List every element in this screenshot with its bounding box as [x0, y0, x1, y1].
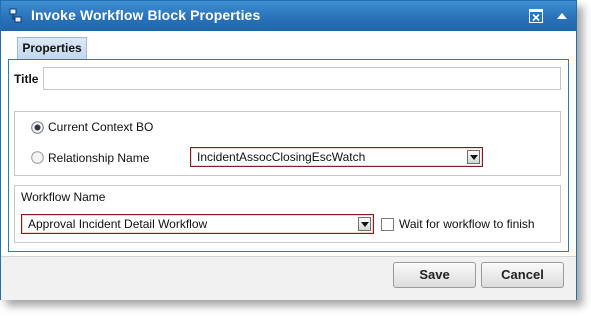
dialog-title: Invoke Workflow Block Properties	[31, 7, 261, 23]
chevron-down-icon	[358, 217, 371, 231]
collapse-arrow-icon[interactable]	[554, 8, 570, 24]
relationship-select[interactable]: IncidentAssocClosingEscWatch	[190, 147, 483, 167]
workflow-icon	[8, 8, 24, 24]
save-button[interactable]: Save	[393, 262, 476, 288]
cancel-button[interactable]: Cancel	[481, 262, 564, 288]
current-context-radio[interactable]	[31, 121, 44, 134]
dialog-titlebar[interactable]: Invoke Workflow Block Properties	[1, 1, 576, 31]
relationship-name-radio[interactable]	[31, 151, 44, 164]
wait-for-workflow-label: Wait for workflow to finish	[399, 217, 535, 231]
current-context-label: Current Context BO	[48, 120, 154, 134]
workflow-select-value: Approval Incident Detail Workflow	[28, 217, 208, 231]
relationship-name-label: Relationship Name	[48, 151, 150, 165]
workflow-select[interactable]: Approval Incident Detail Workflow	[21, 214, 374, 234]
wait-for-workflow-checkbox[interactable]	[381, 218, 394, 231]
chevron-down-icon	[467, 150, 480, 164]
close-window-icon[interactable]	[528, 8, 544, 24]
relationship-select-value: IncidentAssocClosingEscWatch	[197, 150, 366, 164]
title-input[interactable]	[43, 67, 561, 90]
workflow-name-label: Workflow Name	[21, 190, 106, 204]
invoke-workflow-dialog: Invoke Workflow Block Properties Propert…	[0, 0, 577, 300]
tab-properties[interactable]: Properties	[17, 37, 87, 59]
title-label: Title	[14, 72, 39, 86]
